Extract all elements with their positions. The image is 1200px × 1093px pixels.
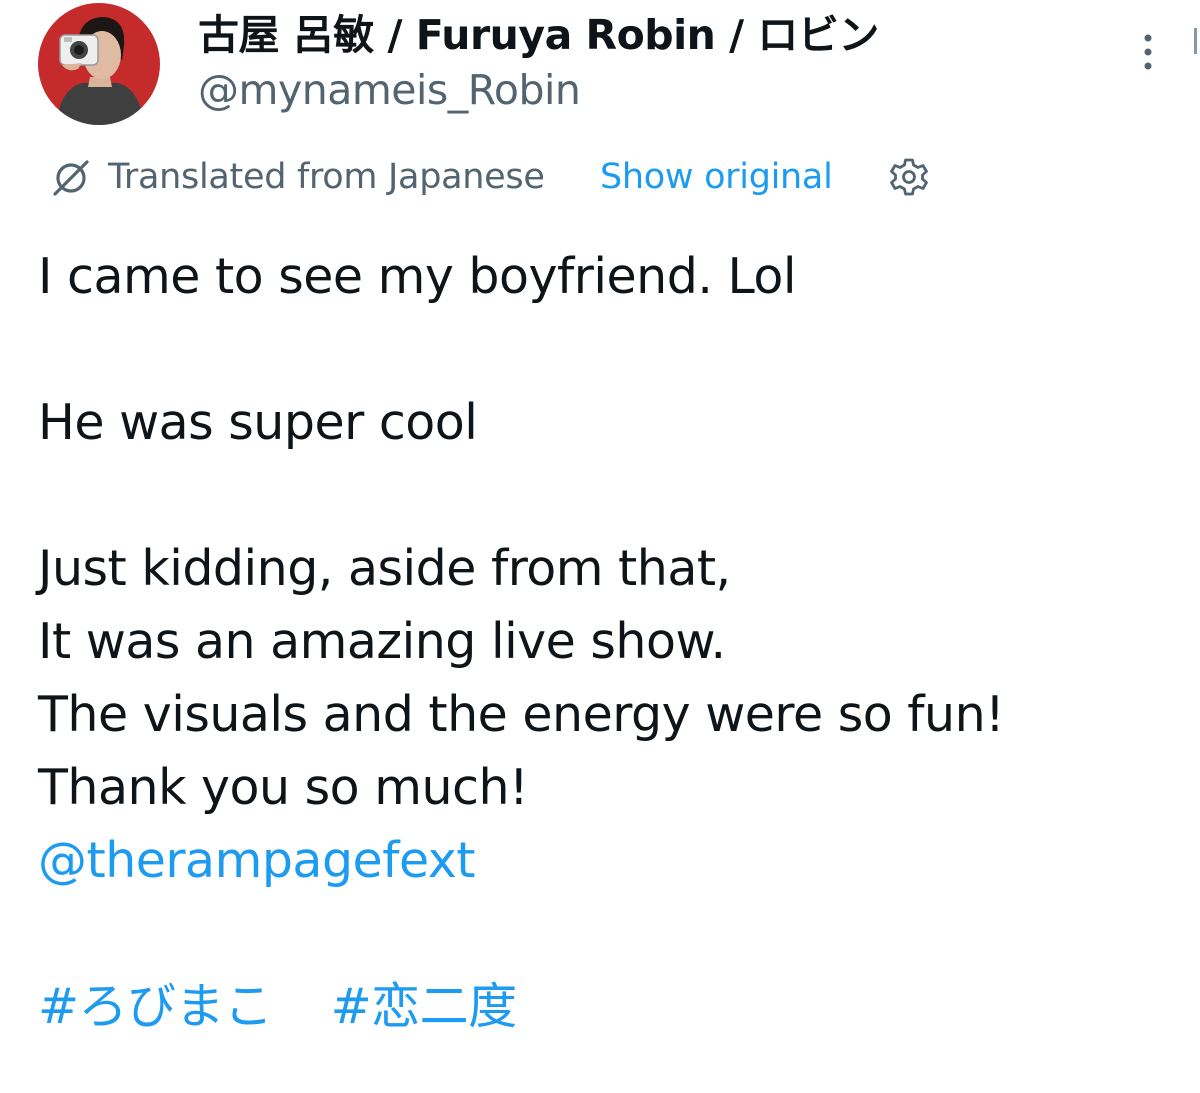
translate-icon — [50, 157, 92, 199]
translation-bar: Translated from Japanese Show original — [48, 152, 948, 202]
tweet-line: He was super cool — [38, 394, 478, 451]
avatar-image — [38, 3, 160, 125]
avatar[interactable] — [38, 3, 160, 125]
hashtag-link[interactable]: #ろびまこ — [38, 978, 273, 1035]
show-original-link[interactable]: Show original — [600, 154, 833, 200]
more-vertical-icon[interactable] — [1132, 30, 1164, 74]
user-handle[interactable]: @mynameis_Robin — [198, 65, 581, 115]
tweet-line: The visuals and the energy were so fun! — [38, 686, 1005, 743]
tweet-line: Just kidding, aside from that, — [38, 540, 731, 597]
hashtag-row: #ろびまこ #恋二度 — [38, 970, 1178, 1043]
mention-link[interactable]: @therampagefext — [38, 832, 475, 889]
tweet-line: It was an amazing live show. — [38, 613, 726, 670]
gear-icon[interactable] — [886, 154, 932, 200]
hashtag-link[interactable]: #恋二度 — [331, 978, 518, 1035]
translated-from-label: Translated from Japanese — [108, 157, 545, 197]
tweet-line: I came to see my boyfriend. Lol — [38, 248, 797, 305]
tweet-line: Thank you so much! — [38, 759, 529, 816]
display-name[interactable]: 古屋 呂敏 / Furuya Robin / ロビン — [198, 10, 879, 60]
scroll-edge-indicator — [1193, 28, 1200, 54]
tweet-text: I came to see my boyfriend. Lol He was s… — [38, 240, 1178, 1043]
